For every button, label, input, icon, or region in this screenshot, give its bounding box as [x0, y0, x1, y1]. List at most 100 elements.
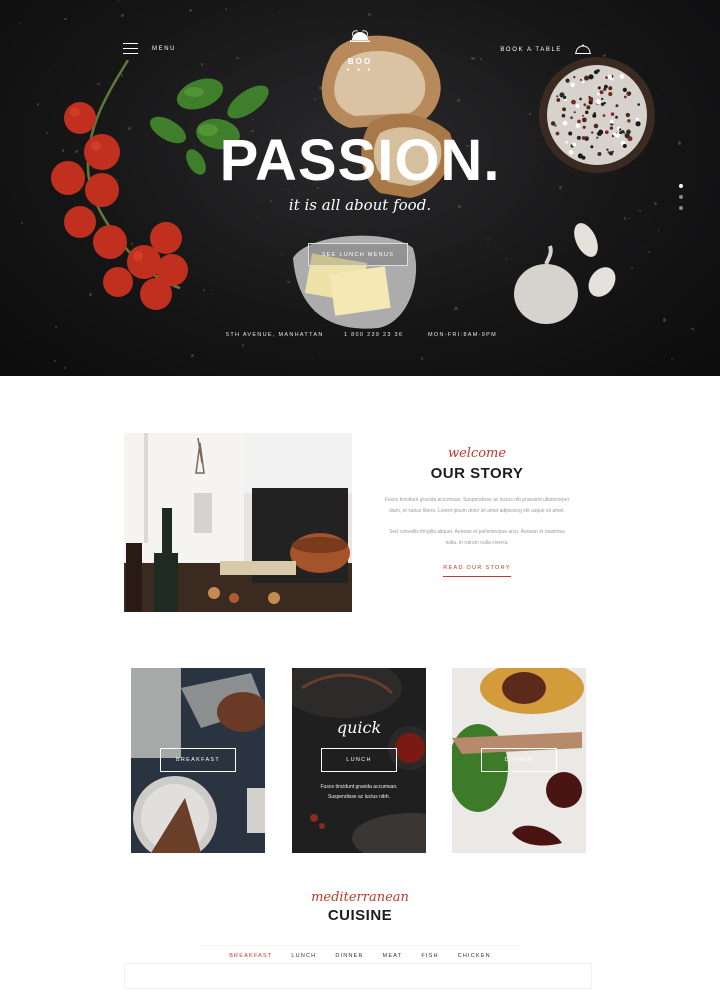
speck	[200, 63, 204, 66]
peppercorn	[556, 95, 559, 98]
speck	[471, 57, 475, 61]
peppercorn	[599, 90, 604, 95]
speck	[281, 253, 283, 256]
speck	[225, 7, 228, 11]
speck	[657, 229, 660, 231]
cuisine-heading: mediterranean CUISINE	[0, 890, 720, 924]
slider-dot[interactable]	[679, 195, 683, 199]
logo[interactable]: BOO ● ● ●	[336, 30, 384, 73]
book-table-label[interactable]: BOOK A TABLE	[500, 47, 562, 53]
peppercorn	[573, 111, 576, 114]
tab-meat[interactable]: MEAT	[383, 953, 403, 959]
peppercorn	[570, 82, 575, 88]
speck	[63, 366, 67, 369]
lunch-description-line-2: Suspendisse ac luctus nibh.	[328, 794, 390, 800]
peppercorn	[586, 105, 591, 110]
hamburger-icon[interactable]	[123, 43, 138, 54]
menu-toggle[interactable]: MENU	[123, 43, 176, 54]
tab-breakfast[interactable]: BREAKFAST	[229, 953, 272, 959]
peppercorn	[573, 76, 576, 79]
speck	[211, 292, 214, 295]
logo-text: BOO	[347, 57, 373, 66]
peppercorn	[581, 114, 584, 117]
tab-chicken[interactable]: CHICKEN	[458, 953, 491, 959]
peppercorn	[593, 112, 597, 115]
lunch-description: Fusce tincidunt gravida accumsan. Suspen…	[292, 782, 426, 802]
speck	[420, 356, 424, 360]
speck	[278, 11, 281, 14]
peppercorn	[596, 92, 600, 96]
speck	[64, 17, 67, 20]
story-script: welcome	[447, 446, 507, 461]
speck	[190, 353, 194, 357]
peppercorn	[595, 99, 601, 105]
read-our-story-link[interactable]: READ OUR STORY	[443, 565, 511, 577]
chef-photo	[124, 433, 352, 612]
peppercorn	[608, 91, 613, 97]
dinner-button[interactable]: DINNER	[481, 748, 557, 772]
peppercorn	[619, 74, 625, 79]
speck	[189, 9, 193, 13]
peppercorn	[556, 98, 561, 102]
story-block: welcome OUR STORY Fusce tincidunt gravid…	[384, 446, 570, 577]
peppercorn	[582, 81, 585, 84]
speck	[236, 56, 239, 60]
breakfast-card[interactable]: BREAKFAST	[131, 668, 265, 853]
speck	[691, 327, 694, 330]
story-paragraph-2: Sed convallis fringilla aliquet. Aenean …	[389, 529, 565, 546]
peppercorn	[571, 99, 576, 105]
speck	[55, 325, 58, 328]
tab-lunch[interactable]: LUNCH	[291, 953, 316, 959]
speck	[117, 0, 119, 2]
menu-label[interactable]: MENU	[152, 46, 176, 52]
peppercorn	[565, 78, 570, 83]
peppercorn	[600, 102, 605, 106]
speck	[630, 267, 634, 270]
book-table-link[interactable]: BOOK A TABLE	[500, 44, 592, 56]
lunch-card[interactable]: quick LUNCH Fusce tincidunt gravida accu…	[292, 668, 426, 853]
slider-dot[interactable]	[679, 206, 683, 210]
peppercorn	[562, 95, 567, 100]
peppercorn	[579, 97, 582, 101]
story-title: OUR STORY	[430, 465, 524, 482]
dinner-card[interactable]: DINNER	[452, 668, 586, 853]
logo-dots: ● ● ●	[346, 67, 374, 73]
hero-since: SINCE 1990	[338, 118, 382, 124]
peppercorn	[622, 87, 627, 92]
menu-list-container	[124, 963, 592, 989]
peppercorn	[608, 86, 613, 91]
speck	[53, 359, 57, 362]
cuisine-title: CUISINE	[327, 907, 393, 924]
lunch-button[interactable]: LUNCH	[321, 748, 397, 772]
peppercorn	[625, 112, 631, 118]
peppercorn	[561, 113, 566, 118]
hero-hours: MON-FRI:8AM-9PM	[428, 332, 497, 338]
hero-phone[interactable]: 1 800 239 23 36	[344, 332, 403, 338]
see-lunch-menus-button[interactable]: SEE LUNCH MENUS	[308, 243, 408, 266]
speck	[671, 358, 673, 360]
peppercorn	[585, 110, 589, 115]
speck	[628, 218, 630, 220]
speck	[21, 222, 23, 224]
tab-fish[interactable]: FISH	[421, 953, 438, 959]
speck	[241, 344, 245, 348]
lunch-script: quick	[336, 718, 382, 737]
speck	[486, 239, 489, 242]
peppercorn	[562, 107, 567, 112]
speck	[120, 13, 124, 17]
peppercorn	[623, 95, 627, 99]
slider-dot[interactable]	[679, 184, 683, 188]
peppercorn	[627, 91, 632, 95]
peppercorn	[584, 75, 590, 81]
peppercorn	[607, 74, 613, 80]
peppercorn	[601, 97, 604, 101]
cloche-icon[interactable]	[574, 44, 592, 56]
slider-dots	[679, 184, 683, 210]
speck	[662, 318, 667, 322]
speck	[662, 88, 664, 90]
breakfast-button[interactable]: BREAKFAST	[160, 748, 236, 772]
cuisine-script: mediterranean	[311, 890, 409, 905]
tab-dinner[interactable]: DINNER	[335, 953, 363, 959]
story-paragraph-1: Fusce tincidunt gravida accumsan. Suspen…	[384, 497, 570, 514]
lunch-description-line-1: Fusce tincidunt gravida accumsan.	[320, 784, 398, 790]
